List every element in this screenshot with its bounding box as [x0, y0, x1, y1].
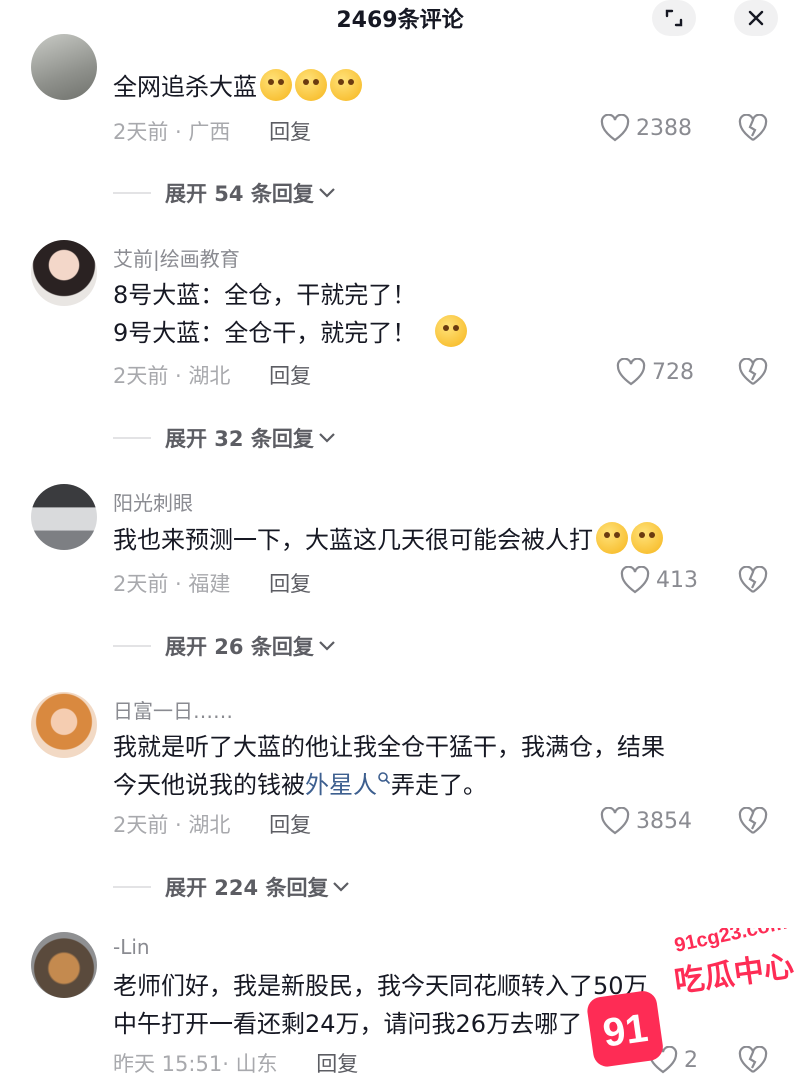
comment-meta: 2天前 · 湖北 回复 [113, 813, 312, 837]
chevron-down-icon [319, 641, 335, 651]
broken-heart-icon[interactable] [738, 566, 768, 594]
chevron-down-icon [333, 882, 350, 892]
comment-meta: 2天前 · 福建 回复 [113, 572, 312, 596]
like-count: 413 [656, 567, 698, 593]
expand-replies-label: 展开 224 条回复 [165, 876, 329, 900]
close-icon [748, 10, 764, 26]
avatar[interactable] [31, 484, 97, 550]
crying-emoji-icon [295, 69, 327, 101]
username[interactable]: 日富一日…… [113, 695, 233, 724]
search-link[interactable]: 外星人 [305, 771, 377, 799]
like-button[interactable]: 3854 [600, 807, 692, 835]
expand-replies-label: 展开 32 条回复 [165, 427, 314, 451]
expand-replies-button[interactable]: 展开 224 条回复 [113, 872, 350, 902]
comments-header: 2469条评论 [0, 0, 800, 40]
comment-location: 福建 [188, 572, 231, 596]
username[interactable]: 阳光刺眼 [113, 487, 193, 516]
chevron-down-icon [319, 433, 335, 443]
heart-icon [616, 358, 646, 386]
like-count: 728 [652, 359, 694, 385]
reply-button[interactable]: 回复 [269, 120, 311, 144]
comment-text: 8号大蓝：全仓，干就完了！ 9号大蓝：全仓干，就完了！ [113, 276, 467, 352]
comment-meta: 昨天 15:51· 山东 回复 [113, 1052, 359, 1076]
close-button[interactable] [734, 0, 778, 36]
reply-button[interactable]: 回复 [269, 364, 311, 388]
heart-icon [620, 566, 650, 594]
comment-time: 2天前 [113, 813, 169, 837]
crying-emoji-icon [330, 69, 362, 101]
reply-button[interactable]: 回复 [269, 813, 311, 837]
avatar[interactable] [31, 692, 97, 758]
grimace-emoji-icon [596, 522, 628, 554]
comment-location: 广西 [188, 120, 231, 144]
grimace-emoji-icon [631, 522, 663, 554]
avatar[interactable] [31, 932, 97, 998]
comment-location: 湖北 [188, 813, 231, 837]
watermark-logo-text: 91 [600, 1006, 650, 1056]
search-icon[interactable] [377, 771, 391, 785]
comment-time: 昨天 15:51 [113, 1052, 223, 1076]
worried-emoji-icon [434, 315, 467, 347]
expand-replies-label: 展开 54 条回复 [165, 182, 314, 206]
expand-replies-label: 展开 26 条回复 [165, 635, 314, 659]
username[interactable]: -Lin [113, 935, 150, 959]
broken-heart-icon[interactable] [738, 114, 768, 142]
comment-time: 2天前 [113, 364, 169, 388]
expand-replies-button[interactable]: 展开 32 条回复 [113, 423, 336, 453]
reply-button[interactable]: 回复 [316, 1052, 358, 1076]
like-count: 3854 [636, 808, 692, 834]
username[interactable]: 艾前|绘画教育 [113, 243, 240, 272]
comment-location: 山东 [235, 1052, 278, 1076]
avatar[interactable] [31, 240, 97, 306]
like-button[interactable]: 413 [620, 566, 698, 594]
comment-meta: 2天前 · 湖北 回复 [113, 364, 312, 388]
crying-emoji-icon [260, 69, 292, 101]
like-button[interactable]: 728 [616, 358, 694, 386]
broken-heart-icon[interactable] [738, 358, 768, 386]
comment-text: 全网追杀大蓝 [113, 68, 362, 106]
expand-icon [665, 9, 683, 27]
comment-text: 我也来预测一下，大蓝这几天很可能会被人打 [113, 521, 663, 559]
comment-time: 2天前 [113, 572, 169, 596]
comment-meta: 2天前 · 广西 回复 [113, 120, 312, 144]
expand-replies-button[interactable]: 展开 54 条回复 [113, 178, 336, 208]
heart-icon [600, 807, 630, 835]
expand-button[interactable] [652, 0, 696, 36]
chevron-down-icon [319, 188, 335, 198]
comment-location: 湖北 [188, 364, 231, 388]
heart-icon [600, 114, 630, 142]
avatar[interactable] [31, 34, 97, 100]
like-button[interactable]: 2388 [600, 114, 692, 142]
like-count: 2388 [636, 115, 692, 141]
comment-text: 老师们好，我是新股民，我今天同花顺转入了50万 中午打开一看还剩24万，请问我2… [113, 972, 648, 1038]
watermark-logo: 91cg23.com 91 吃瓜中心 [587, 928, 794, 1067]
expand-replies-button[interactable]: 展开 26 条回复 [113, 631, 336, 661]
comment-time: 2天前 [113, 120, 169, 144]
reply-button[interactable]: 回复 [269, 572, 311, 596]
broken-heart-icon[interactable] [738, 807, 768, 835]
comment-text: 我就是听了大蓝的他让我全仓干猛干，我满仓，结果 今天他说我的钱被外星人 弄走了。 [113, 733, 665, 799]
watermark-brand: 吃瓜中心 [672, 949, 794, 1000]
